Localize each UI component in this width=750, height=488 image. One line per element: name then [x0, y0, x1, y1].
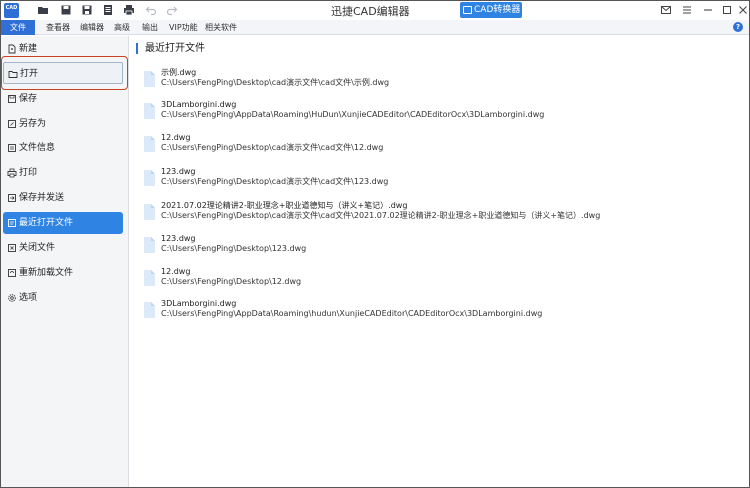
- close-icon[interactable]: [737, 4, 749, 16]
- close-file-icon: [7, 243, 17, 253]
- recent-file-item[interactable]: 2021.07.02理论精讲2-职业理念+职业道德知与（讲义+笔记）.dwg C…: [140, 200, 740, 228]
- menu-editor[interactable]: 编辑器: [80, 20, 104, 35]
- section-title: 最近打开文件: [136, 43, 205, 54]
- message-icon[interactable]: [660, 4, 672, 16]
- send-icon: [7, 193, 17, 203]
- dwg-file-icon: [143, 268, 156, 288]
- sidebar-item-label: 新建: [19, 44, 38, 54]
- save-icon: [7, 94, 17, 104]
- save-as-icon: [7, 119, 17, 129]
- file-sidebar: 新建 打开 保存 另存为 文件信息 打印 保存并发送 最近打开文件 关闭文件 重…: [1, 36, 129, 487]
- restore-icon[interactable]: [721, 4, 733, 16]
- file-path: C:\Users\FengPing\AppData\Roaming\hudun\…: [161, 309, 543, 318]
- sidebar-item-label: 关闭文件: [19, 243, 56, 253]
- folder-icon[interactable]: [37, 4, 49, 16]
- sidebar-item-label: 最近打开文件: [19, 218, 74, 228]
- recent-file-item[interactable]: 示例.dwg C:\Users\FengPing\Desktop\cad演示文件…: [140, 67, 740, 95]
- recent-icon: [7, 218, 17, 228]
- sidebar-item-recent-files[interactable]: 最近打开文件: [3, 212, 123, 234]
- sidebar-item-label: 保存并发送: [19, 193, 65, 203]
- recent-files-panel: 最近打开文件 示例.dwg C:\Users\FengPing\Desktop\…: [130, 36, 749, 487]
- dwg-file-icon: [143, 101, 156, 121]
- redo-icon[interactable]: [166, 4, 178, 16]
- menu-advanced[interactable]: 高级: [114, 20, 130, 35]
- sidebar-item-label: 另存为: [19, 119, 47, 129]
- saveall-icon[interactable]: [102, 4, 114, 16]
- sidebar-item-label: 打印: [19, 168, 38, 178]
- recent-file-item[interactable]: 123.dwg C:\Users\FengPing\Desktop\123.dw…: [140, 233, 740, 261]
- file-path: C:\Users\FengPing\Desktop\12.dwg: [161, 277, 302, 286]
- menu-related-software[interactable]: 相关软件: [205, 20, 237, 35]
- file-info-icon: [7, 143, 17, 153]
- sidebar-item-label: 保存: [19, 94, 38, 104]
- print-icon[interactable]: [123, 4, 135, 16]
- file-path: C:\Users\FengPing\Desktop\cad演示文件\cad文件\…: [161, 211, 601, 220]
- menu-viewer[interactable]: 查看器: [46, 20, 70, 35]
- sidebar-item-close-file[interactable]: 关闭文件: [3, 237, 123, 259]
- save-as-icon[interactable]: [81, 4, 93, 16]
- sidebar-item-options[interactable]: 选项: [3, 287, 123, 309]
- dwg-file-icon: [143, 235, 156, 255]
- menu-vip[interactable]: VIP功能: [169, 20, 198, 35]
- sidebar-item-file-info[interactable]: 文件信息: [3, 137, 123, 159]
- file-path: C:\Users\FengPing\AppData\Roaming\HuDun\…: [161, 110, 545, 119]
- sidebar-item-save-and-send[interactable]: 保存并发送: [3, 187, 123, 209]
- app-window: CAD 迅捷CAD编辑器 CAD转换器 文件 查看器 编辑器 高级 输出 VIP…: [0, 0, 750, 488]
- recent-file-item[interactable]: 12.dwg C:\Users\FengPing\Desktop\cad演示文件…: [140, 132, 740, 160]
- recent-file-item[interactable]: 3DLamborgini.dwg C:\Users\FengPing\AppDa…: [140, 99, 740, 127]
- menu-output[interactable]: 输出: [142, 20, 158, 35]
- menu-icon[interactable]: [681, 4, 693, 16]
- sidebar-item-label: 文件信息: [19, 143, 56, 153]
- file-path: C:\Users\FengPing\Desktop\cad演示文件\cad文件\…: [161, 177, 389, 186]
- title-bar: CAD 迅捷CAD编辑器 CAD转换器: [1, 1, 749, 20]
- dwg-file-icon: [143, 168, 156, 188]
- converter-icon: [463, 6, 472, 14]
- sidebar-item-save[interactable]: 保存: [3, 88, 123, 110]
- undo-icon[interactable]: [145, 4, 157, 16]
- file-path: C:\Users\FengPing\Desktop\cad演示文件\cad文件\…: [161, 78, 390, 87]
- file-path: C:\Users\FengPing\Desktop\123.dwg: [161, 244, 307, 253]
- recent-file-item[interactable]: 123.dwg C:\Users\FengPing\Desktop\cad演示文…: [140, 166, 740, 194]
- options-gear-icon: [7, 293, 17, 303]
- help-icon[interactable]: ?: [733, 22, 743, 32]
- sidebar-item-reload-file[interactable]: 重新加载文件: [3, 262, 123, 284]
- dwg-file-icon: [143, 202, 156, 222]
- sidebar-item-save-as[interactable]: 另存为: [3, 113, 123, 135]
- dwg-file-icon: [143, 134, 156, 154]
- minimize-icon[interactable]: [702, 4, 714, 16]
- file-path: C:\Users\FengPing\Desktop\cad演示文件\cad文件\…: [161, 143, 384, 152]
- recent-file-item[interactable]: 3DLamborgini.dwg C:\Users\FengPing\AppDa…: [140, 298, 740, 326]
- sidebar-item-label: 重新加载文件: [19, 268, 74, 278]
- sidebar-item-print[interactable]: 打印: [3, 162, 123, 184]
- reload-icon: [7, 268, 17, 278]
- dwg-file-icon: [143, 300, 156, 320]
- cad-converter-label: CAD转换器: [474, 5, 521, 15]
- sidebar-item-label: 选项: [19, 293, 38, 303]
- dwg-file-icon: [143, 69, 156, 89]
- recent-file-item[interactable]: 12.dwg C:\Users\FengPing\Desktop\12.dwg: [140, 266, 740, 294]
- menu-bar: 文件 查看器 编辑器 高级 输出 VIP功能 相关软件 ?: [1, 20, 749, 35]
- app-logo: CAD: [4, 3, 19, 18]
- window-title: 迅捷CAD编辑器: [331, 5, 410, 18]
- new-icon: [7, 44, 17, 54]
- save-icon[interactable]: [60, 4, 72, 16]
- print-icon: [7, 168, 17, 178]
- annotation-highlight-box: [1, 56, 128, 90]
- menu-file[interactable]: 文件: [1, 20, 35, 35]
- cad-converter-button[interactable]: CAD转换器: [460, 2, 522, 18]
